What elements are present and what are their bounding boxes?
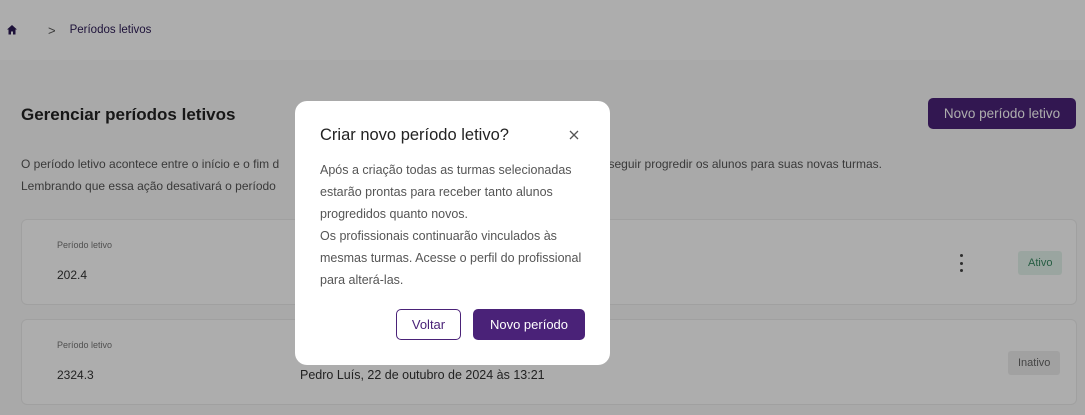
close-icon[interactable] (567, 128, 581, 142)
dialog-title: Criar novo período letivo? (320, 126, 509, 144)
create-period-dialog: Criar novo período letivo? Após a criaçã… (295, 101, 610, 365)
dialog-paragraph-1: Após a criação todas as turmas seleciona… (320, 163, 572, 221)
back-button[interactable]: Voltar (396, 309, 461, 340)
dialog-paragraph-2: Os profissionais continuarão vinculados … (320, 229, 582, 287)
dialog-body: Após a criação todas as turmas seleciona… (320, 159, 590, 291)
confirm-new-period-button[interactable]: Novo período (473, 309, 585, 340)
